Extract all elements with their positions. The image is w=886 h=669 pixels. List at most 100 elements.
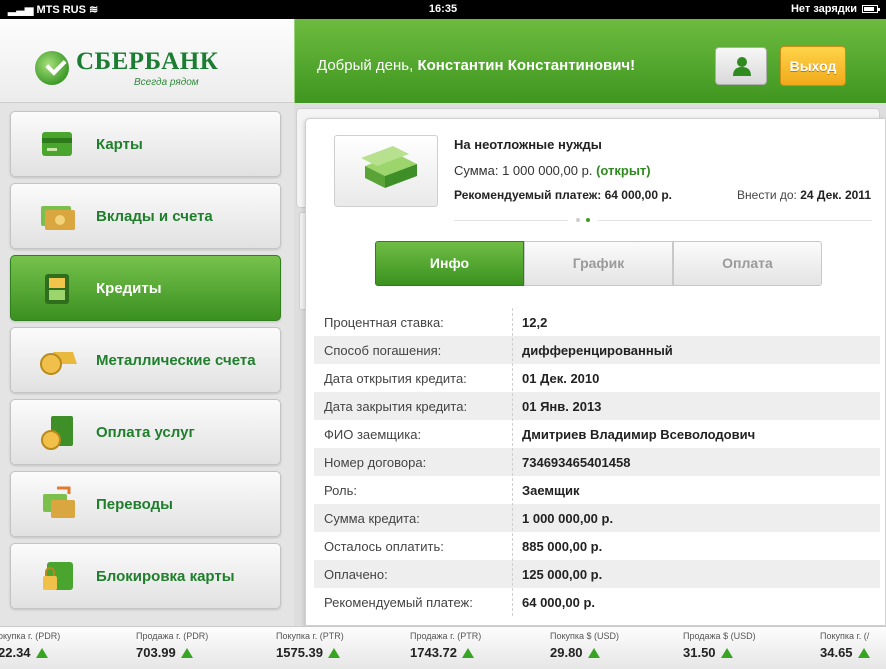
ticker-title: Покупка $ (USD) (550, 631, 620, 641)
row-key: Дата закрытия кредита: (324, 399, 468, 414)
payment-due: Внести до: 24 Дек. 2011 (737, 188, 871, 202)
table-row: Способ погашения: дифференцированный (314, 336, 880, 364)
loan-status: (открыт) (596, 163, 651, 178)
table-row: Роль: Заемщик (314, 476, 880, 504)
ticker-value: 31.50 (683, 645, 716, 660)
ticker-item: Продажа г. (PTR) 1743.72 (410, 631, 481, 660)
row-key: Способ погашения: (324, 343, 442, 358)
sidebar-item-payments[interactable]: Оплата услуг (10, 399, 281, 465)
row-value: 01 Дек. 2010 (522, 371, 600, 386)
arrow-up-icon (462, 648, 474, 658)
due-date: 24 Дек. 2011 (800, 188, 871, 202)
ticker-title: Покупка г. (/ (820, 631, 870, 641)
logo-name: СБЕРБАНК (76, 48, 219, 75)
ticker-value: 1575.39 (276, 645, 323, 660)
tab-info[interactable]: Инфо (375, 241, 524, 286)
arrow-up-icon (720, 648, 733, 658)
logo-area: СБЕРБАНК Всегда рядом (0, 19, 294, 103)
row-key: ФИО заемщика: (324, 427, 422, 442)
ticker-item: Покупка $ (USD) 29.80 (550, 631, 619, 660)
row-key: Процентная ставка: (324, 315, 444, 330)
arrow-up-icon (35, 648, 48, 658)
row-key: Роль: (324, 483, 358, 498)
table-row: Дата закрытия кредита: 01 Янв. 2013 (314, 392, 880, 420)
page-dot[interactable] (576, 218, 580, 222)
arrow-up-icon (180, 648, 193, 658)
page-dot-active[interactable] (586, 218, 590, 222)
sidebar-item-label: Вклады и счета (96, 208, 213, 225)
sidebar-item-block-card[interactable]: Блокировка карты (10, 543, 281, 609)
row-value: 01 Янв. 2013 (522, 399, 602, 414)
table-row: Дата открытия кредита: 01 Дек. 2010 (314, 364, 880, 392)
row-key: Номер договора: (324, 455, 427, 470)
greeting-prefix: Добрый день, (317, 57, 414, 74)
table-row: Рекомендуемый платеж: 64 000,00 р. (314, 588, 880, 616)
ticker-value: 34.65 (820, 645, 853, 660)
row-key: Осталось оплатить: (324, 539, 444, 554)
arrow-up-icon (857, 648, 870, 658)
row-value: дифференцированный (522, 343, 673, 358)
table-row: Оплачено: 125 000,00 р. (314, 560, 880, 588)
user-icon (733, 57, 751, 76)
ticker-title: окупка г. (PDR) (0, 631, 61, 641)
sidebar-item-label: Переводы (96, 496, 173, 513)
logout-button[interactable]: Выход (780, 46, 846, 86)
tab-payment[interactable]: Оплата (673, 241, 822, 286)
exchange-rate-ticker: окупка г. (PDR) 22.34 Продажа г. (PDR) 703… (0, 626, 886, 669)
wallet-icon (45, 274, 69, 304)
ticker-value: 1743.72 (410, 645, 457, 660)
loan-sum-label: Сумма: 1 000 000,00 р. (454, 163, 593, 178)
ticker-item: Покупка г. (/ 34.65 (820, 631, 870, 660)
row-value: 64 000,00 р. (522, 595, 595, 610)
ticker-item: Продажа г. (PDR) 703.99 (136, 631, 208, 660)
sidebar-item-label: Кредиты (96, 280, 162, 297)
battery-icon (862, 5, 880, 13)
sidebar-item-deposits[interactable]: Вклады и счета (10, 183, 281, 249)
row-value: 1 000 000,00 р. (522, 511, 614, 526)
sidebar-item-cards[interactable]: Карты (10, 111, 281, 177)
loan-sum: Сумма: 1 000 000,00 р. (открыт) (454, 163, 651, 178)
row-value: Дмитриев Владимир Всеволодович (522, 427, 756, 442)
ticker-title: Покупка г. (PTR) (276, 631, 344, 641)
bill-payment-icon (41, 416, 73, 450)
page-indicator[interactable] (568, 215, 598, 225)
sidebar-item-transfers[interactable]: Переводы (10, 471, 281, 537)
due-label: Внести до: (737, 188, 797, 202)
row-value: 12,2 (522, 315, 548, 330)
ticker-title: Продажа г. (PDR) (136, 631, 209, 641)
ticker-value: 703.99 (136, 645, 176, 660)
row-key: Сумма кредита: (324, 511, 420, 526)
money-stack-icon (361, 146, 417, 188)
ticker-item: окупка г. (PDR) 22.34 (0, 631, 60, 660)
table-row: Сумма кредита: 1 000 000,00 р. (314, 504, 880, 532)
arrow-up-icon (328, 648, 340, 658)
row-key: Рекомендуемый платеж: (324, 595, 473, 610)
tab-schedule[interactable]: График (524, 241, 673, 286)
ticker-item: Продажа $ (USD) 31.50 (683, 631, 756, 660)
sidebar-item-label: Карты (96, 136, 143, 153)
ticker-title: Продажа $ (USD) (683, 631, 756, 641)
battery-text: Нет зарядки (790, 3, 857, 15)
row-value: 885 000,00 р. (522, 539, 603, 554)
sidebar-item-label: Блокировка карты (96, 568, 235, 585)
header-bar: Добрый день, Константин Константинович! … (294, 19, 886, 103)
row-value: Заемщик (522, 483, 580, 498)
divider (454, 220, 872, 221)
recommended-payment: Рекомендуемый платеж: 64 000,00 р. (454, 188, 672, 202)
ticker-value: 22.34 (0, 645, 31, 660)
banknotes-icon (41, 206, 75, 230)
loan-title: На неотложные нужды (454, 137, 602, 152)
sidebar-item-metal-accounts[interactable]: Металлические счета (10, 327, 281, 393)
sidebar-item-credits[interactable]: Кредиты (10, 255, 281, 321)
loan-details-table: Процентная ставка: 12,2 Способ погашения:… (314, 308, 880, 616)
sberbank-logo-icon (35, 51, 69, 85)
ticker-item: Покупка г. (PTR) 1575.39 (276, 631, 344, 660)
sidebar-item-label: Оплата услуг (96, 424, 195, 441)
sidebar-item-label: Металлические счета (96, 352, 256, 369)
arrow-up-icon (587, 648, 600, 658)
sidebar: Карты Вклады и счета Кредиты Металлическ… (0, 103, 294, 626)
segmented-tabs: Инфо График Оплата (375, 241, 822, 286)
profile-button[interactable] (715, 47, 767, 85)
row-key: Оплачено: (324, 567, 388, 582)
loan-product-image (334, 135, 438, 207)
